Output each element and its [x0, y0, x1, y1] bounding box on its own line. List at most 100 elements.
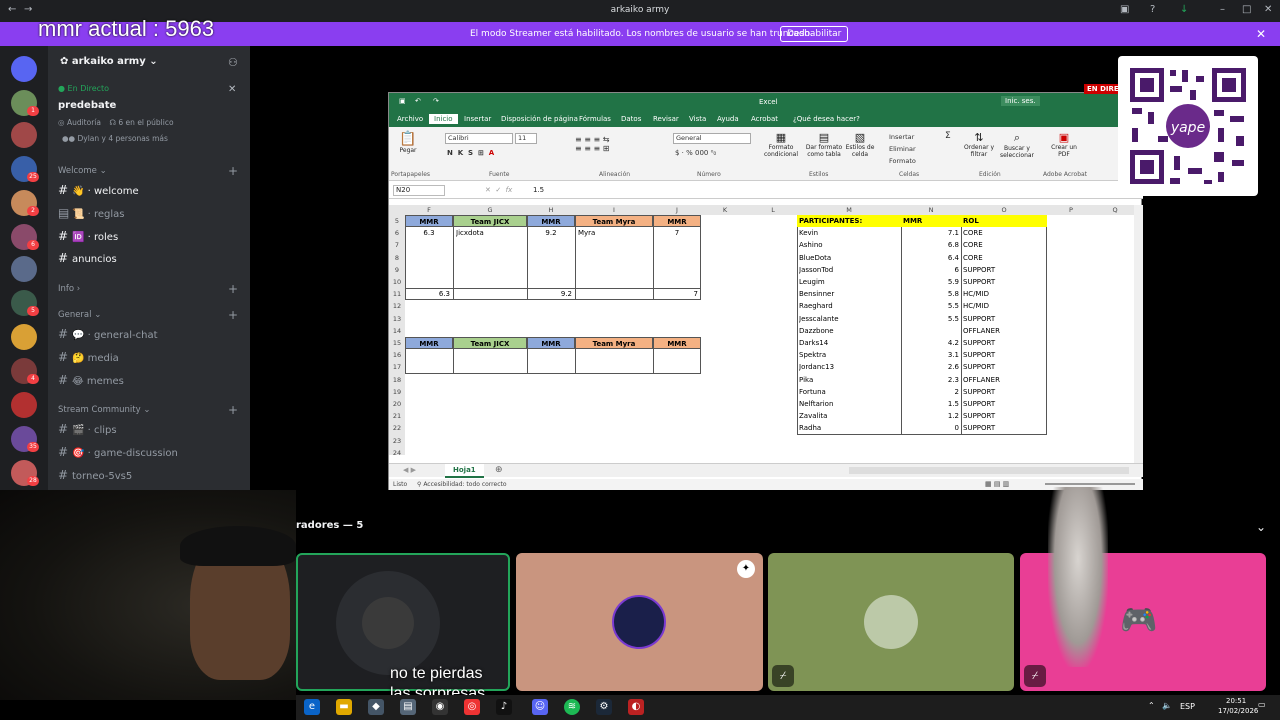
- tab-datos[interactable]: Datos: [621, 115, 641, 123]
- channel-media[interactable]: # 🤔 media: [58, 350, 119, 364]
- close-icon[interactable]: ✕: [228, 84, 236, 95]
- chrome-icon[interactable]: ◎: [464, 699, 480, 715]
- channel-game-discussion[interactable]: # 🎯 · game-discussion: [58, 445, 178, 459]
- cell-styles-button[interactable]: ▧ Estilos de celda: [845, 131, 875, 158]
- sheet-grid[interactable]: MMR Team JICX MMR Team Myra MMR MMR Team JICX M…: [405, 215, 1135, 455]
- stage-title[interactable]: predebate: [58, 100, 116, 111]
- edge-icon[interactable]: e: [304, 699, 320, 715]
- paste-button[interactable]: 📋 Pegar: [395, 131, 421, 154]
- help-icon[interactable]: ?: [1150, 4, 1155, 15]
- format-buttons[interactable]: N K S ⊞ A: [447, 149, 494, 157]
- create-pdf-button[interactable]: ▣ Crear un PDF: [1049, 131, 1079, 158]
- add-channel-icon[interactable]: +: [228, 403, 238, 417]
- number-format-select[interactable]: General: [673, 133, 751, 144]
- close-window-icon[interactable]: ✕: [1264, 4, 1272, 15]
- accessibility-status[interactable]: ⚲ Accesibilidad: todo correcto: [417, 481, 507, 488]
- add-channel-icon[interactable]: +: [228, 282, 238, 296]
- category-welcome[interactable]: Welcome ⌄: [58, 166, 107, 176]
- channel-reglas[interactable]: ▤ 📜 · reglas: [58, 206, 125, 220]
- sheet-tab[interactable]: Hoja1: [445, 464, 484, 478]
- save-icon[interactable]: ▣: [399, 97, 406, 105]
- tab-acrobat[interactable]: Acrobat: [751, 115, 778, 123]
- inbox-icon[interactable]: ▣: [1120, 4, 1129, 15]
- app-icon[interactable]: ◐: [628, 699, 644, 715]
- tab-inicio[interactable]: Inicio: [429, 114, 458, 124]
- format-as-table-button[interactable]: ▤ Dar formato como tabla: [803, 131, 845, 158]
- tab-vista[interactable]: Vista: [689, 115, 706, 123]
- notifications-icon[interactable]: ▭: [1258, 700, 1266, 709]
- formula-input[interactable]: 1.5: [533, 186, 544, 194]
- channel-clips[interactable]: # 🎬 · clips: [58, 422, 117, 436]
- undo-icon[interactable]: ↶: [415, 97, 421, 105]
- align-buttons[interactable]: ≡ ≡ ≡ ⇆ ≡ ≡ ≡ ⊞: [575, 135, 609, 153]
- server-icon[interactable]: [11, 122, 37, 148]
- tab-archivo[interactable]: Archivo: [397, 115, 423, 123]
- server-icon[interactable]: [11, 256, 37, 282]
- category-general[interactable]: General ⌄: [58, 310, 101, 320]
- download-icon[interactable]: ↓: [1180, 4, 1188, 15]
- channel-memes[interactable]: # 😂 memes: [58, 373, 124, 387]
- disable-button[interactable]: Deshabilitar: [780, 26, 849, 42]
- participant-tile[interactable]: ⌿: [768, 553, 1014, 691]
- font-size-select[interactable]: 11: [515, 133, 537, 144]
- sheet-nav-icons[interactable]: ◀ ▶: [403, 466, 416, 474]
- app-icon[interactable]: ▤: [400, 699, 416, 715]
- tab-disposicion[interactable]: Disposición de página: [501, 115, 578, 123]
- tray-chevron-icon[interactable]: ⌃: [1148, 701, 1155, 710]
- language-indicator[interactable]: ESP: [1180, 702, 1195, 711]
- horizontal-scrollbar[interactable]: [849, 467, 1129, 474]
- category-info[interactable]: Info ›: [58, 284, 80, 294]
- invite-icon[interactable]: ⚇: [228, 56, 238, 69]
- clock-date[interactable]: 17/02/2026: [1218, 707, 1258, 715]
- tell-me-box[interactable]: ¿Qué desea hacer?: [793, 115, 860, 123]
- server-icon[interactable]: [11, 392, 37, 418]
- discord-icon[interactable]: ☺: [532, 699, 548, 715]
- tiktok-icon[interactable]: ♪: [496, 699, 512, 715]
- channel-roles[interactable]: # 🆔 · roles: [58, 229, 118, 243]
- vertical-scrollbar[interactable]: [1134, 205, 1143, 463]
- maximize-icon[interactable]: □: [1242, 4, 1251, 15]
- number-buttons[interactable]: $ · % 000 ⁰₀: [675, 149, 716, 157]
- insert-cells-button[interactable]: Insertar: [889, 131, 916, 143]
- steam-icon[interactable]: ⚙: [596, 699, 612, 715]
- channel-general-chat[interactable]: # 💬 · general-chat: [58, 327, 158, 341]
- spotify-icon[interactable]: ≋: [564, 699, 580, 715]
- add-channel-icon[interactable]: +: [228, 308, 238, 322]
- close-icon[interactable]: ✕: [1256, 27, 1266, 41]
- server-icon[interactable]: [11, 56, 37, 82]
- find-select-button[interactable]: ⌕ Buscar y seleccionar: [997, 131, 1037, 159]
- minimize-icon[interactable]: –: [1220, 4, 1225, 15]
- signin-button[interactable]: Inic. ses.: [1001, 96, 1040, 106]
- format-cells-button[interactable]: Formato: [889, 155, 916, 167]
- clock-time[interactable]: 20:51: [1226, 697, 1246, 705]
- view-buttons[interactable]: ▦ ▤ ▥: [985, 480, 1009, 488]
- obs-icon[interactable]: ◉: [432, 699, 448, 715]
- delete-cells-button[interactable]: Eliminar: [889, 143, 916, 155]
- add-channel-icon[interactable]: +: [228, 164, 238, 178]
- participant-tile[interactable]: ✦: [516, 553, 763, 691]
- sort-filter-button[interactable]: ⇅ Ordenar y filtrar: [961, 131, 997, 158]
- tab-ayuda[interactable]: Ayuda: [717, 115, 739, 123]
- chevron-down-icon[interactable]: ⌄: [1256, 520, 1266, 534]
- redo-icon[interactable]: ↷: [433, 97, 439, 105]
- tab-revisar[interactable]: Revisar: [653, 115, 679, 123]
- folder-icon[interactable]: ▬: [336, 699, 352, 715]
- sum-icon[interactable]: Σ: [945, 131, 951, 141]
- name-box[interactable]: N20: [393, 185, 445, 196]
- server-name[interactable]: ✿ arkaiko army ⌄: [60, 56, 158, 67]
- channel-torneo[interactable]: # torneo-5vs5: [58, 468, 132, 482]
- channel-anuncios[interactable]: # anuncios: [58, 251, 117, 265]
- font-select[interactable]: Calibri: [445, 133, 513, 144]
- add-sheet-icon[interactable]: ⊕: [495, 465, 503, 475]
- app-icon[interactable]: ◆: [368, 699, 384, 715]
- participant-tile[interactable]: 🎮 ⌿: [1020, 487, 1266, 691]
- conditional-format-button[interactable]: ▦ Formato condicional: [763, 131, 799, 158]
- category-stream-community[interactable]: Stream Community ⌄: [58, 405, 150, 415]
- cells-buttons[interactable]: Insertar Eliminar Formato: [889, 131, 916, 167]
- channel-welcome[interactable]: # 👋 · welcome: [58, 183, 139, 197]
- tab-insertar[interactable]: Insertar: [464, 115, 491, 123]
- speaker-icon[interactable]: 🔈: [1162, 701, 1172, 710]
- server-icon[interactable]: [11, 324, 37, 350]
- tab-formulas[interactable]: Fórmulas: [579, 115, 611, 123]
- zoom-slider[interactable]: [1045, 483, 1135, 485]
